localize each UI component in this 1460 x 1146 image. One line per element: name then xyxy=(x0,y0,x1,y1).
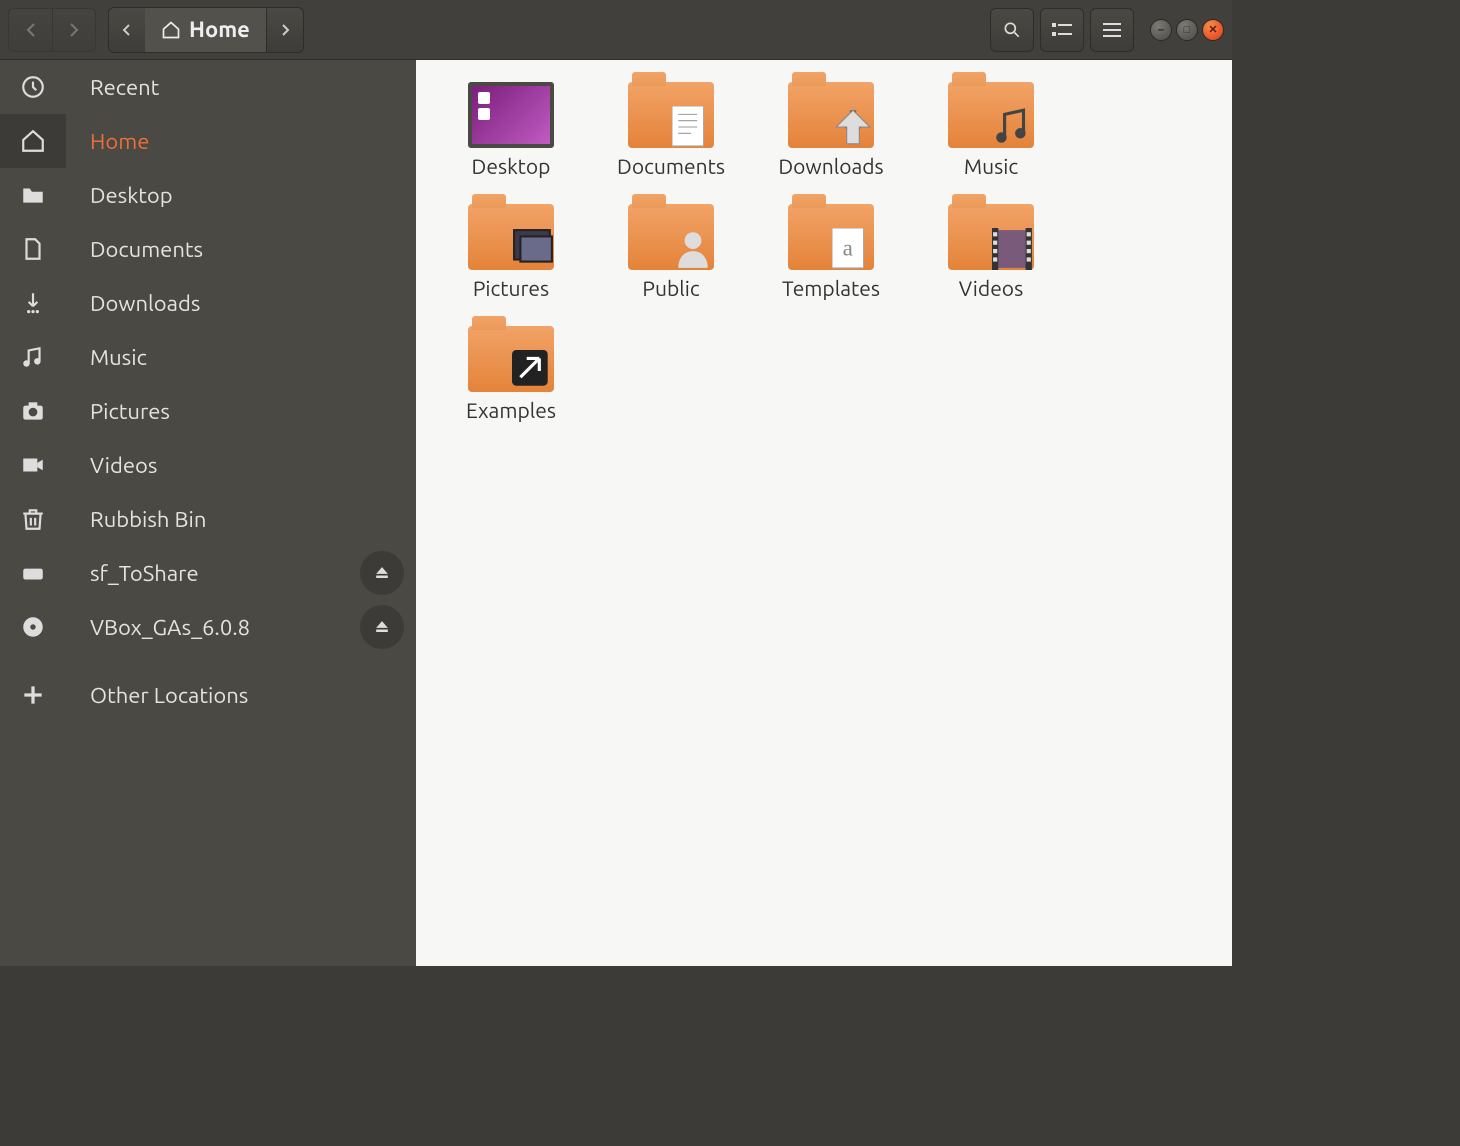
file-thumb xyxy=(948,82,1034,148)
file-label: Downloads xyxy=(778,154,883,178)
download-icon xyxy=(0,290,66,316)
sidebar-item-label: Home xyxy=(90,129,149,154)
sidebar-item-label: VBox_GAs_6.0.8 xyxy=(90,615,250,640)
close-button[interactable]: ✕ xyxy=(1202,19,1224,41)
sidebar-item-label: Documents xyxy=(90,237,203,262)
hamburger-icon xyxy=(1103,23,1121,37)
home-icon xyxy=(0,128,66,154)
sidebar-item-label: Music xyxy=(90,345,147,370)
sidebar-item-rubbish-bin[interactable]: Rubbish Bin xyxy=(0,492,416,546)
sidebar-item-label: Desktop xyxy=(90,183,173,208)
sidebar-item-videos[interactable]: Videos xyxy=(0,438,416,492)
sidebar-item-documents[interactable]: Documents xyxy=(0,222,416,276)
music-icon xyxy=(0,344,66,370)
view-toggle-button[interactable] xyxy=(1040,8,1084,52)
file-thumb xyxy=(468,204,554,270)
trash-icon xyxy=(0,506,66,532)
file-label: Examples xyxy=(466,398,556,422)
file-item-downloads[interactable]: Downloads xyxy=(766,82,896,178)
maximize-button[interactable]: □ xyxy=(1176,19,1198,41)
sidebar: Recent Home Desktop Documents Downloads Music… xyxy=(0,60,416,966)
sidebar-item-label: sf_ToShare xyxy=(90,561,199,586)
file-label: Music xyxy=(964,154,1018,178)
file-label: Desktop xyxy=(472,154,551,178)
clock-icon xyxy=(0,74,66,100)
minimize-button[interactable]: – xyxy=(1150,19,1172,41)
back-button[interactable] xyxy=(8,8,52,52)
window-controls: – □ ✕ xyxy=(1150,19,1224,41)
path-prev-button[interactable] xyxy=(109,8,145,52)
sidebar-item-music[interactable]: Music xyxy=(0,330,416,384)
file-item-public[interactable]: Public xyxy=(606,204,736,300)
pathbar: Home xyxy=(108,7,304,53)
file-thumb xyxy=(788,82,874,148)
sidebar-item-home[interactable]: Home xyxy=(0,114,416,168)
file-item-examples[interactable]: Examples xyxy=(446,326,576,422)
sidebar-item-recent[interactable]: Recent xyxy=(0,60,416,114)
plus-icon xyxy=(0,682,66,708)
path-segment-home[interactable]: Home xyxy=(145,8,267,52)
eject-button[interactable] xyxy=(360,551,404,595)
search-button[interactable] xyxy=(990,8,1034,52)
nav-group xyxy=(8,8,96,52)
sidebar-item-desktop[interactable]: Desktop xyxy=(0,168,416,222)
toolbar: Home – □ ✕ xyxy=(0,0,1232,60)
path-segment-label: Home xyxy=(189,17,250,42)
list-view-icon xyxy=(1052,22,1072,38)
file-item-videos[interactable]: Videos xyxy=(926,204,1056,300)
folder-icon xyxy=(0,182,66,208)
file-label: Templates xyxy=(782,276,880,300)
file-label: Videos xyxy=(959,276,1023,300)
file-label: Pictures xyxy=(473,276,549,300)
document-icon xyxy=(0,236,66,262)
sidebar-item-other-locations[interactable]: Other Locations xyxy=(0,668,416,722)
eject-button[interactable] xyxy=(360,605,404,649)
file-item-desktop[interactable]: Desktop xyxy=(446,82,576,178)
sidebar-item-sf-toshare[interactable]: sf_ToShare xyxy=(0,546,416,600)
sidebar-item-label: Downloads xyxy=(90,291,200,316)
file-thumb xyxy=(948,204,1034,270)
camera-icon xyxy=(0,398,66,424)
search-icon xyxy=(1002,20,1022,40)
sidebar-item-label: Rubbish Bin xyxy=(90,507,206,532)
path-next-button[interactable] xyxy=(267,8,303,52)
menu-button[interactable] xyxy=(1090,8,1134,52)
sidebar-item-pictures[interactable]: Pictures xyxy=(0,384,416,438)
file-item-pictures[interactable]: Pictures xyxy=(446,204,576,300)
file-item-documents[interactable]: Documents xyxy=(606,82,736,178)
video-icon xyxy=(0,452,66,478)
file-thumb xyxy=(468,82,554,148)
disc-icon xyxy=(0,614,66,640)
sidebar-item-vbox-gas-6-0-8[interactable]: VBox_GAs_6.0.8 xyxy=(0,600,416,654)
file-item-music[interactable]: Music xyxy=(926,82,1056,178)
sidebar-item-label: Pictures xyxy=(90,399,170,424)
file-item-templates[interactable]: Templates xyxy=(766,204,896,300)
sidebar-item-label: Recent xyxy=(90,75,159,100)
file-thumb xyxy=(628,204,714,270)
file-thumb xyxy=(468,326,554,392)
file-thumb xyxy=(628,82,714,148)
drive-icon xyxy=(0,560,66,586)
file-label: Documents xyxy=(617,154,725,178)
file-thumb xyxy=(788,204,874,270)
sidebar-item-label: Videos xyxy=(90,453,157,478)
file-label: Public xyxy=(642,276,699,300)
file-pane: Desktop Documents Downloads Music Pictures Pu… xyxy=(416,60,1232,966)
forward-button[interactable] xyxy=(52,8,96,52)
home-icon xyxy=(161,20,181,40)
sidebar-item-label: Other Locations xyxy=(90,683,248,708)
sidebar-item-downloads[interactable]: Downloads xyxy=(0,276,416,330)
